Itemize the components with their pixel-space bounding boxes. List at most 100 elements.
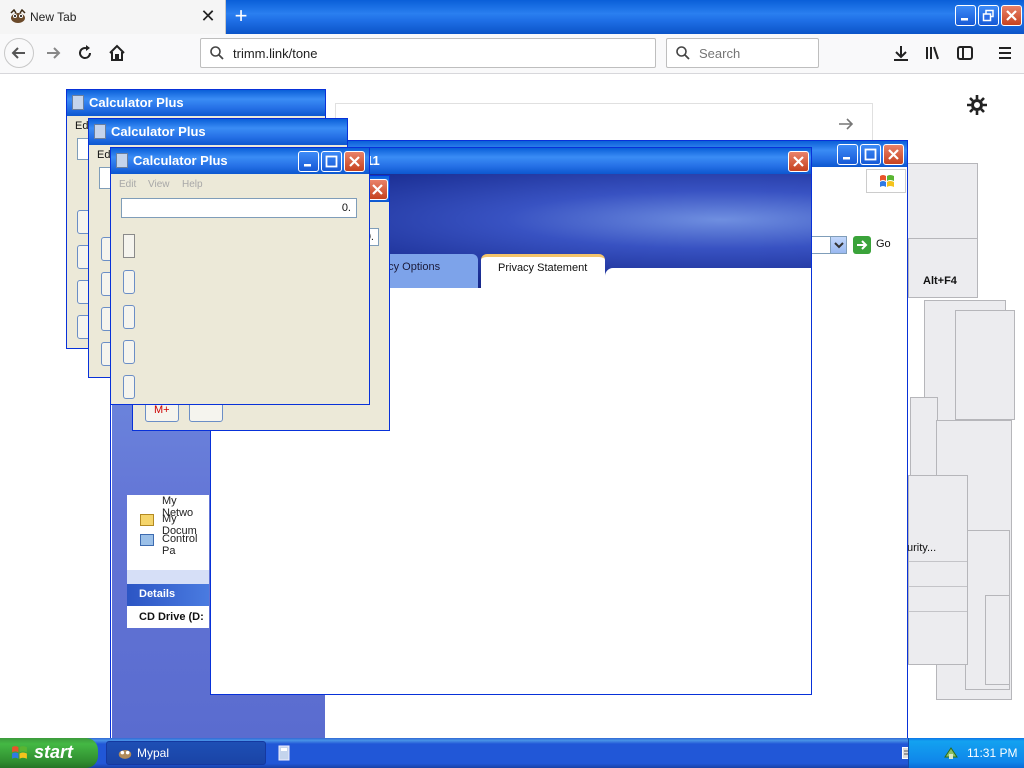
tab-privacy-statement[interactable]: Privacy Statement [481, 254, 605, 288]
system-tray: 11:31 PM [908, 738, 1024, 768]
divider [909, 586, 967, 587]
calculator-icon [72, 95, 84, 110]
tab-new-tab[interactable]: New Tab ✕ [0, 0, 226, 34]
reload-icon [79, 45, 92, 59]
go-arrow-icon [853, 236, 871, 254]
details-header[interactable]: Details [127, 584, 209, 606]
calculator-close-button[interactable] [367, 179, 388, 200]
go-label: Go [876, 238, 891, 250]
window-minimize-button[interactable] [955, 5, 976, 26]
search-input[interactable] [697, 44, 812, 62]
close-icon [372, 184, 383, 195]
window-restore-button[interactable] [978, 5, 999, 26]
calc-key[interactable] [123, 305, 135, 329]
tab-privacy-options-label: acy Options [382, 261, 441, 273]
library-icon [926, 46, 939, 60]
details-header-label: Details [139, 588, 176, 600]
arrow-right-icon[interactable] [836, 114, 856, 134]
gear-icon[interactable] [966, 94, 988, 116]
home-icon [109, 44, 125, 61]
new-tab-button[interactable]: + [230, 5, 252, 27]
library-button[interactable] [918, 38, 948, 68]
calc-display-value: 0. [341, 202, 351, 214]
calculator-tray-icon[interactable] [278, 745, 290, 761]
home-button[interactable] [102, 38, 132, 68]
search-icon [676, 46, 690, 60]
place-control-panel[interactable]: Control Pa [162, 533, 208, 557]
back-button[interactable] [4, 38, 34, 68]
network-icon[interactable] [943, 745, 959, 761]
calculator-caption: Calculator Plus [89, 119, 347, 145]
start-button[interactable]: start [0, 738, 98, 768]
maximize-icon [325, 155, 338, 168]
close-icon [888, 149, 899, 160]
explorer-close-button[interactable] [883, 144, 904, 165]
calculator-icon [116, 153, 128, 168]
mypal-icon [118, 749, 132, 759]
reload-button[interactable] [70, 38, 100, 68]
forward-button[interactable] [38, 38, 68, 68]
dropdown-arrow[interactable] [830, 237, 846, 253]
calc-key[interactable] [123, 375, 135, 399]
tab-title: New Tab [30, 10, 77, 24]
hamburger-menu-icon [999, 47, 1011, 59]
explorer-maximize-button[interactable] [860, 144, 881, 165]
back-arrow-icon [11, 47, 25, 59]
chevron-down-icon [834, 242, 844, 249]
calc-key[interactable] [123, 340, 135, 364]
url-text: trimm.link/tone [233, 46, 318, 61]
start-label: start [34, 742, 74, 762]
calc-menu-edit[interactable]: Edit [119, 179, 136, 190]
tab-close-icon[interactable]: ✕ [198, 6, 218, 26]
clock: 11:31 PM [967, 746, 1018, 760]
newtab-search-box[interactable] [335, 103, 873, 143]
divider [909, 611, 967, 612]
calc-key[interactable] [123, 270, 135, 294]
stacked-panel [910, 397, 938, 477]
calculator-minimize-button[interactable] [298, 151, 319, 172]
control-panel-icon [140, 534, 154, 546]
folder-icon [140, 514, 154, 526]
download-icon [894, 46, 908, 61]
sidebar-icon [957, 46, 973, 60]
go-button[interactable]: Go [853, 235, 908, 255]
divider [909, 561, 967, 562]
security-panel: urity... [907, 475, 968, 665]
calc-key[interactable] [123, 234, 135, 258]
page-content: Alt+F4 urity... Go My Netwo My Docum Con… [0, 75, 1024, 740]
privacy-dialog-close-button[interactable] [788, 151, 809, 172]
minimize-icon [843, 157, 850, 160]
restore-icon [982, 9, 994, 22]
places-pane: My Netwo My Docum Control Pa [127, 495, 209, 595]
url-bar[interactable]: trimm.link/tone [200, 38, 656, 68]
alt-f4-panel: Alt+F4 [908, 238, 978, 298]
calculator-icon [94, 124, 106, 139]
address-dropdown[interactable] [811, 236, 847, 254]
taskbar: start Mypal 11:31 PM [0, 738, 1024, 768]
window-close-button[interactable] [1001, 5, 1022, 26]
calculator-title: Calculator Plus [133, 153, 228, 168]
close-icon [1006, 10, 1017, 21]
security-label: urity... [907, 542, 937, 554]
sidebar-button[interactable] [950, 38, 980, 68]
explorer-minimize-button[interactable] [837, 144, 858, 165]
browser-titlebar: New Tab ✕ + [0, 0, 1024, 34]
calc-menu-view[interactable]: View [148, 179, 170, 190]
maximize-icon [864, 148, 877, 161]
alt-f4-label: Alt+F4 [923, 275, 957, 287]
calculator-maximize-button[interactable] [321, 151, 342, 172]
mypal-icon [10, 9, 26, 23]
search-bar[interactable] [666, 38, 819, 68]
minimize-icon [304, 164, 311, 167]
calc-menu-help[interactable]: Help [182, 179, 203, 190]
search-icon [210, 46, 224, 60]
menu-button[interactable] [990, 38, 1020, 68]
windows-flag-icon [880, 175, 894, 187]
taskbar-item-mypal[interactable]: Mypal [106, 741, 266, 765]
cd-drive-label: CD Drive (D: [139, 611, 204, 623]
places-list: My Netwo My Docum Control Pa [127, 495, 209, 570]
downloads-button[interactable] [886, 38, 916, 68]
calc-display: 0. [121, 198, 357, 218]
minimize-icon [961, 18, 968, 21]
calculator-close-button[interactable] [344, 151, 365, 172]
